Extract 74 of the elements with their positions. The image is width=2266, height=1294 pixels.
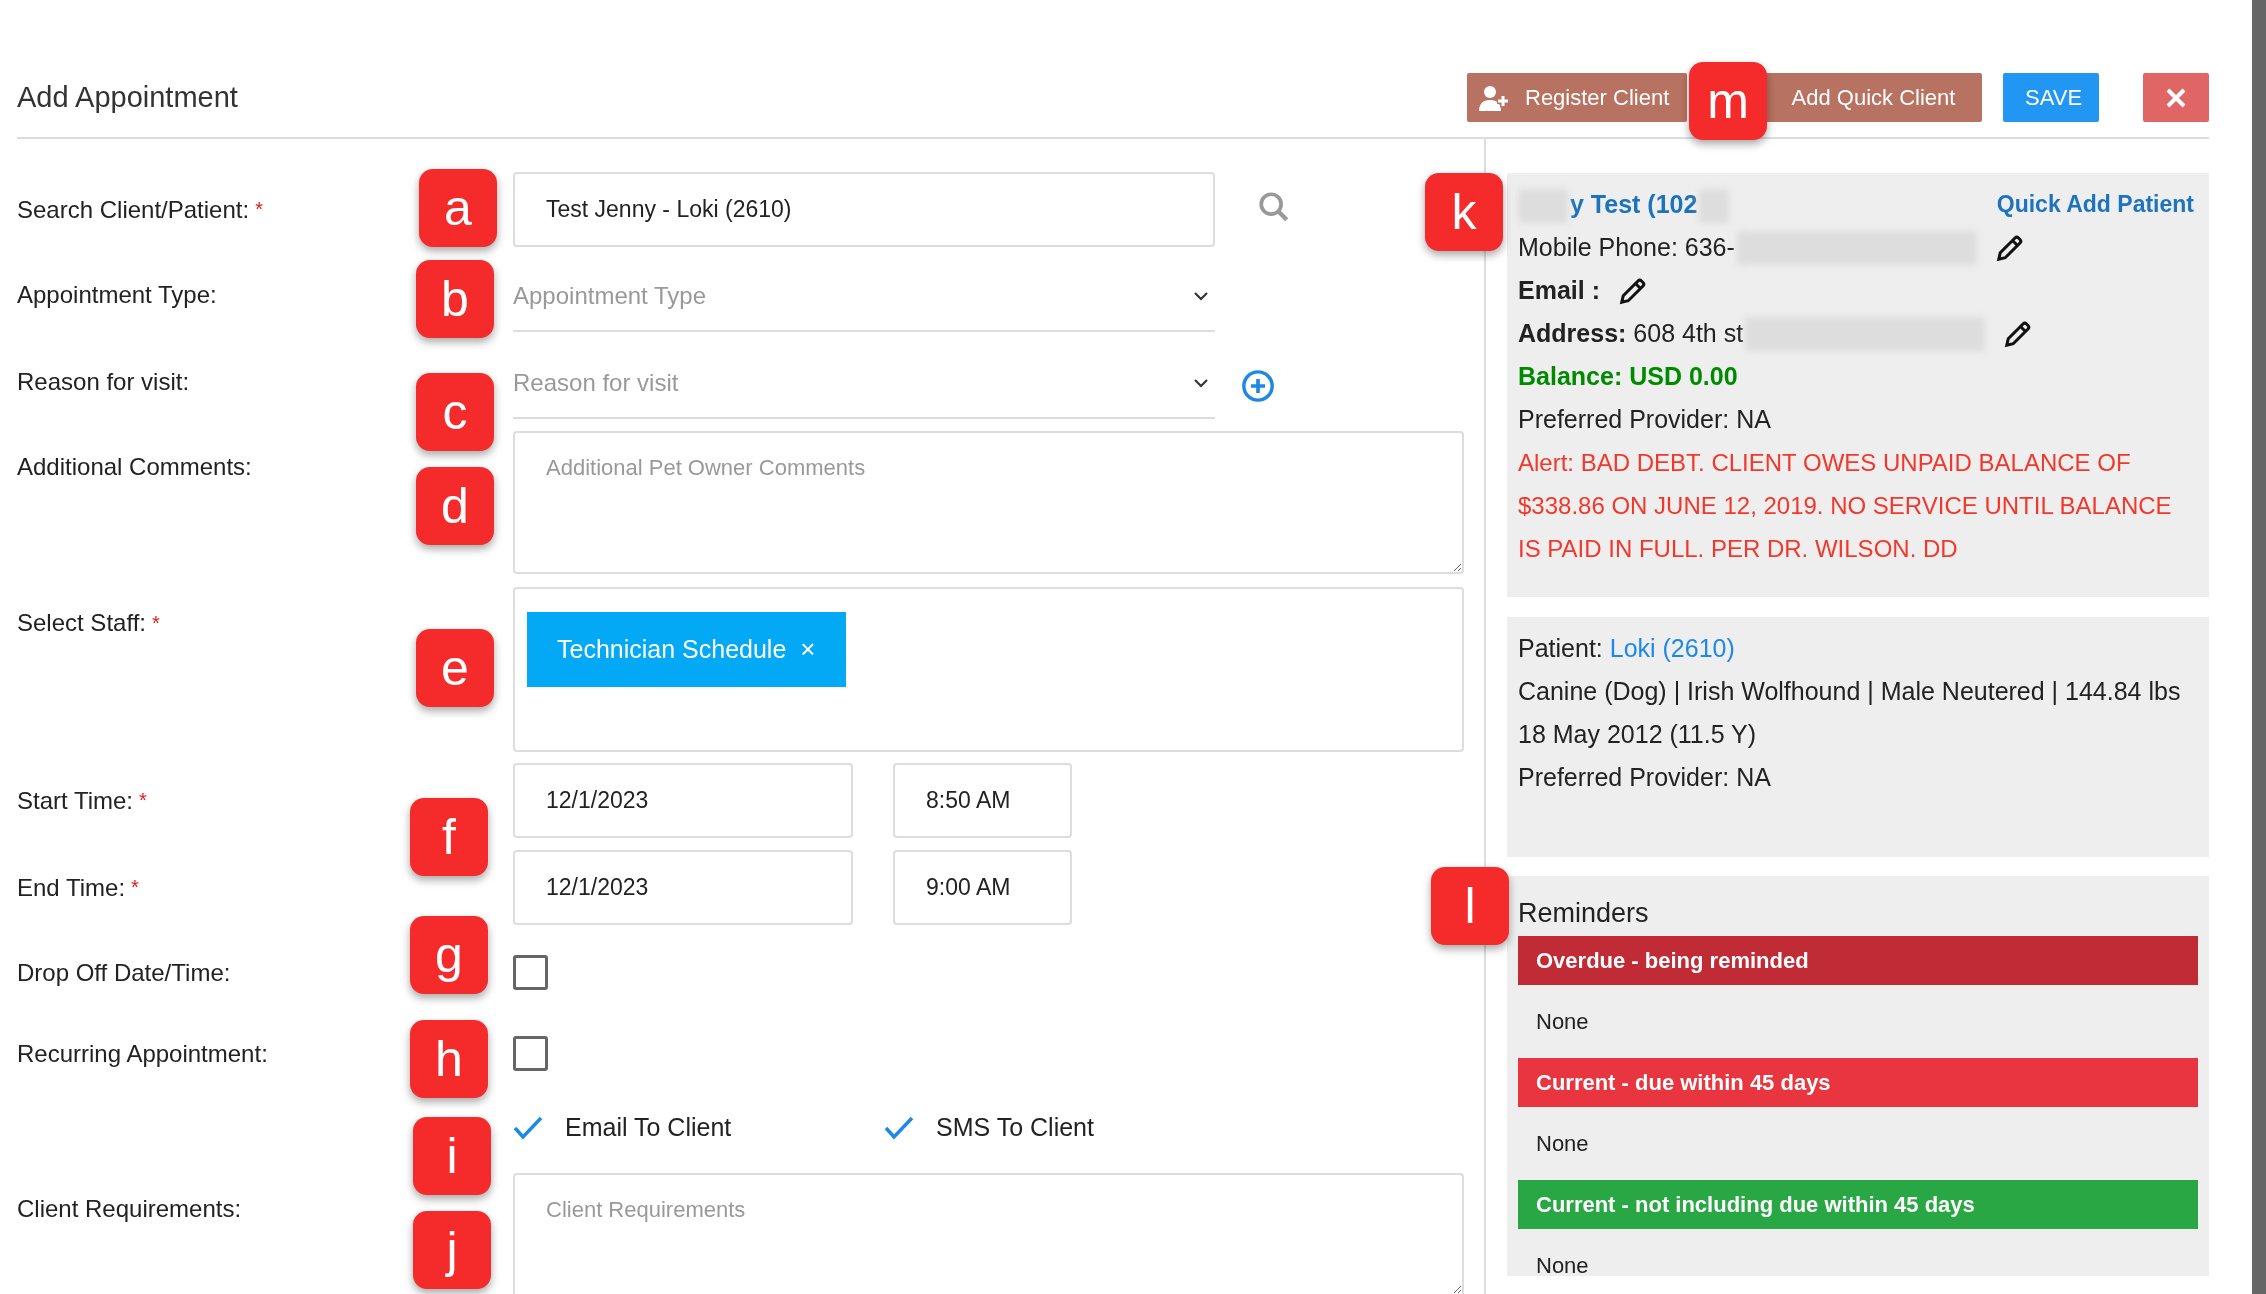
- annotation-marker: e: [416, 629, 494, 707]
- time-field[interactable]: 8:50 AM: [893, 763, 1072, 838]
- chevron-down-icon: [1193, 378, 1209, 388]
- remove-tag-button[interactable]: ×: [786, 630, 816, 669]
- annotation-marker: f: [410, 798, 488, 876]
- annotation-marker: d: [416, 467, 494, 545]
- reminder-item: None: [1535, 1130, 1590, 1158]
- reminder-item: None: [1535, 1008, 1590, 1036]
- notify-option[interactable]: SMS To Client: [884, 1105, 1304, 1150]
- patient-name-link[interactable]: Loki (2610): [1609, 634, 1735, 662]
- date-field[interactable]: 12/1/2023: [513, 850, 853, 925]
- field-label: Search Client/Patient:: [17, 196, 250, 223]
- required-mark: *: [255, 198, 263, 220]
- field-label: Additional Comments:: [17, 453, 252, 480]
- patient-label: Patient:: [1518, 634, 1603, 662]
- required-mark: *: [139, 789, 147, 811]
- field-label: Drop Off Date/Time:: [17, 959, 231, 986]
- close-button[interactable]: [2143, 73, 2209, 122]
- field-label: End Time:: [17, 874, 126, 901]
- close-icon: [2166, 87, 2186, 108]
- annotation-marker: c: [416, 373, 494, 451]
- register-client-button[interactable]: Register Client: [1467, 73, 1687, 122]
- notify-option[interactable]: Email To Client: [513, 1105, 884, 1150]
- user-plus-icon: [1479, 84, 1509, 111]
- checkbox[interactable]: [513, 955, 548, 990]
- required-mark: *: [131, 876, 139, 898]
- field-label: Select Staff:: [17, 609, 146, 636]
- reminder-group-header: Overdue - being reminded: [1518, 936, 2198, 985]
- field-label: Reason for visit:: [17, 368, 190, 395]
- contact-text: Address: 608 4th st: [1518, 318, 1744, 349]
- reminder-group-header: Current - not including due within 45 days: [1518, 1180, 2198, 1229]
- chevron-down-icon: [1193, 291, 1209, 301]
- balance-text: Balance: USD 0.00: [1518, 361, 1739, 392]
- annotation-marker: i: [413, 1117, 491, 1195]
- annotation-marker: l: [1431, 867, 1509, 945]
- reminders-title: Reminders: [1518, 897, 1650, 930]
- annotation-marker: g: [410, 916, 488, 994]
- dialog-title: Add Appointment: [17, 79, 238, 115]
- info-text: Preferred Provider: NA: [1518, 404, 1772, 435]
- field-label: Appointment Type:: [17, 281, 217, 308]
- client-name-link[interactable]: y Test (102: [1570, 190, 1698, 218]
- field-label: Start Time:: [17, 787, 134, 814]
- required-mark: *: [151, 612, 160, 634]
- staff-select-field[interactable]: Technician Schedule ×: [513, 587, 1464, 752]
- patient-detail-text: Preferred Provider: NA: [1518, 762, 1772, 793]
- annotation-marker: b: [416, 260, 494, 338]
- contact-text: Mobile Phone: 636-: [1518, 232, 1735, 263]
- add-circle-icon[interactable]: [1241, 369, 1275, 403]
- select-field[interactable]: Reason for visit: [513, 349, 1215, 419]
- tag-label: Technician Schedule: [557, 633, 787, 665]
- alert-text: Alert: BAD DEBT. CLIENT OWES UNPAID BALANCE OF $338.86 ON JUNE 12, 2019. NO SERVICE UNTIL BALANCE IS PAID IN FULL. PER DR. WILSON. DD: [1518, 448, 2173, 564]
- annotation-marker: a: [419, 169, 497, 247]
- annotation-marker: k: [1425, 173, 1503, 251]
- search-field[interactable]: Test Jenny - Loki (2610): [513, 172, 1215, 247]
- comments-textarea[interactable]: Client Requirements: [513, 1173, 1464, 1294]
- patient-detail-text: 18 May 2012 (11.5 Y): [1518, 719, 1758, 750]
- field-label: Recurring Appointment:: [17, 1040, 268, 1067]
- date-field[interactable]: 12/1/2023: [513, 763, 853, 838]
- time-field[interactable]: 9:00 AM: [893, 850, 1072, 925]
- annotation-marker: h: [410, 1020, 488, 1098]
- save-button[interactable]: SAVE: [2003, 73, 2099, 122]
- comments-textarea[interactable]: Additional Pet Owner Comments: [513, 431, 1464, 574]
- contact-text: Email :: [1518, 275, 1600, 306]
- annotation-marker: j: [413, 1211, 491, 1289]
- patient-detail-text: Canine (Dog) | Irish Wolfhound | Male Neutered | 144.84 lbs: [1518, 676, 2182, 707]
- quick-add-patient-link[interactable]: Quick Add Patient: [1996, 183, 2194, 226]
- field-label: Client Requirements:: [17, 1195, 242, 1222]
- reminder-item: None: [1535, 1252, 1590, 1280]
- search-icon[interactable]: [1257, 190, 1291, 224]
- reminder-group-header: Current - due within 45 days: [1518, 1058, 2198, 1107]
- annotation-marker: m: [1689, 62, 1767, 140]
- select-field[interactable]: Appointment Type: [513, 262, 1215, 332]
- checkbox[interactable]: [513, 1036, 548, 1071]
- add-quick-client-button[interactable]: Add Quick Client: [1765, 73, 1982, 122]
